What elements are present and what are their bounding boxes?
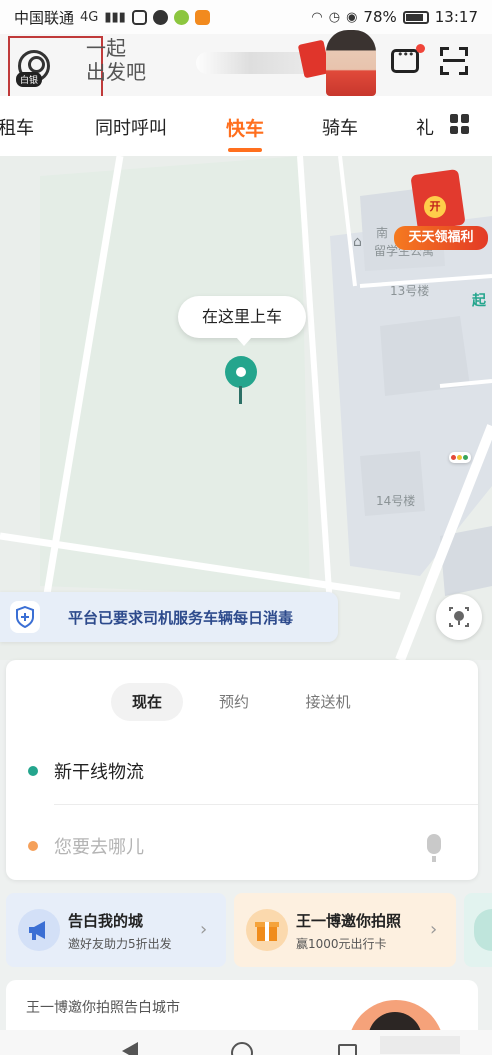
- welfare-coin-icon: 开: [424, 196, 446, 218]
- tab-call-simultaneously[interactable]: 同时呼叫: [95, 114, 167, 140]
- message-icon[interactable]: [391, 48, 419, 73]
- microphone-icon[interactable]: [427, 834, 441, 854]
- slogan-line-2: 出发吧: [86, 60, 146, 84]
- origin-field[interactable]: 新干线物流: [54, 758, 144, 784]
- promo-card-partial[interactable]: [464, 893, 492, 967]
- promo-card-photo[interactable]: 王一博邀你拍照 赢1000元出行卡 ›: [234, 893, 456, 967]
- signal-icon: ▮▮▮: [104, 9, 126, 25]
- clock: 13:17: [434, 8, 478, 26]
- destination-field[interactable]: 您要去哪儿: [54, 833, 144, 859]
- banner-blur: [196, 52, 316, 74]
- daily-welfare-widget[interactable]: 开 天天领福利: [394, 168, 488, 252]
- scan-icon[interactable]: [440, 47, 468, 75]
- tab-gift[interactable]: 礼: [416, 114, 434, 140]
- shield-plus-icon: [10, 601, 40, 633]
- service-tabs: 租车 同时呼叫 快车 骑车 礼: [0, 96, 492, 156]
- destination-dot: [28, 841, 38, 851]
- home-icon[interactable]: [231, 1042, 253, 1055]
- mode-tab-reserve[interactable]: 预约: [206, 683, 262, 721]
- mode-tab-now[interactable]: 现在: [111, 683, 183, 721]
- app-notification-icon-2: [173, 9, 189, 25]
- celebrity-image: [326, 30, 376, 96]
- unread-dot: [416, 44, 425, 53]
- carrier-label: 中国联通: [14, 8, 75, 27]
- active-tab-indicator: [228, 148, 262, 152]
- safety-notice-banner[interactable]: 平台已要求司机服务车辆每日消毒: [0, 592, 338, 642]
- traffic-light-icon: [449, 452, 471, 463]
- gift-icon: [246, 909, 288, 951]
- map-view[interactable]: ⌂ 南 留学生公寓 13号楼 14号楼 起 开 天天领福利 在这里上车 平台已要…: [0, 156, 492, 660]
- poi-pin-icon: ⌂: [353, 234, 362, 250]
- booking-card: 现在 预约 接送机 新干线物流 您要去哪儿: [6, 660, 478, 880]
- tab-express[interactable]: 快车: [226, 114, 264, 141]
- slogan: 一起 出发吧: [86, 36, 146, 84]
- promo-title: 王一博邀你拍照: [296, 912, 402, 930]
- mode-tab-airport[interactable]: 接送机: [294, 683, 362, 721]
- watermark-blur: [380, 1036, 460, 1054]
- map-label-building-14: 14号楼: [376, 494, 416, 508]
- map-label-start: 起: [472, 293, 486, 309]
- tab-taxi[interactable]: 租车: [0, 114, 34, 140]
- promo-partial-icon: [474, 909, 492, 951]
- promo-banner-image[interactable]: [196, 30, 376, 96]
- microphone-stand: [432, 856, 436, 862]
- map-label-south: 南: [376, 226, 389, 240]
- app-notification-icon-3: [194, 9, 210, 25]
- more-services-icon[interactable]: [450, 114, 470, 134]
- pickup-pin-stick: [239, 386, 242, 404]
- battery-icon: [402, 10, 429, 24]
- promo-subtitle: 邀好友助力5折出发: [68, 937, 172, 951]
- app-notification-icon: [131, 9, 147, 25]
- origin-dot: [28, 766, 38, 776]
- headset-icon: ◠: [311, 9, 323, 25]
- chat-notification-icon: [152, 9, 168, 25]
- slogan-line-1: 一起: [86, 36, 126, 60]
- app-header: 白银 一起 出发吧: [0, 30, 492, 128]
- megaphone-icon: [18, 909, 60, 951]
- alarm-icon: ◷: [328, 9, 341, 25]
- address-divider: [54, 804, 478, 805]
- network-label: 4G: [80, 9, 99, 25]
- promo-subtitle: 赢1000元出行卡: [296, 937, 387, 951]
- location-icon: ◉: [346, 9, 358, 25]
- chevron-right-icon: ›: [200, 919, 208, 940]
- chevron-right-icon: ›: [430, 919, 438, 940]
- promo-title: 告白我的城: [68, 912, 144, 930]
- welfare-label: 天天领福利: [394, 226, 488, 250]
- status-bar: 中国联通 4G ▮▮▮ ◠ ◷ ◉ 78% 13:17: [0, 0, 492, 34]
- member-level-badge: 白银: [16, 72, 43, 87]
- pickup-hint-bubble: 在这里上车: [178, 296, 306, 346]
- safety-notice-text: 平台已要求司机服务车辆每日消毒: [68, 609, 294, 627]
- recent-apps-icon[interactable]: [338, 1044, 357, 1055]
- feed-title: 王一博邀你拍照告白城市: [26, 1000, 180, 1016]
- promo-card-city[interactable]: 告白我的城 邀好友助力5折出发 ›: [6, 893, 226, 967]
- pickup-pin-icon[interactable]: [225, 356, 257, 388]
- tab-bike[interactable]: 骑车: [322, 114, 358, 140]
- map-label-building-13: 13号楼: [390, 284, 430, 298]
- battery-percent: 78%: [363, 8, 397, 26]
- locate-icon: [449, 607, 469, 627]
- back-icon[interactable]: [122, 1042, 138, 1055]
- locate-button[interactable]: [436, 594, 482, 640]
